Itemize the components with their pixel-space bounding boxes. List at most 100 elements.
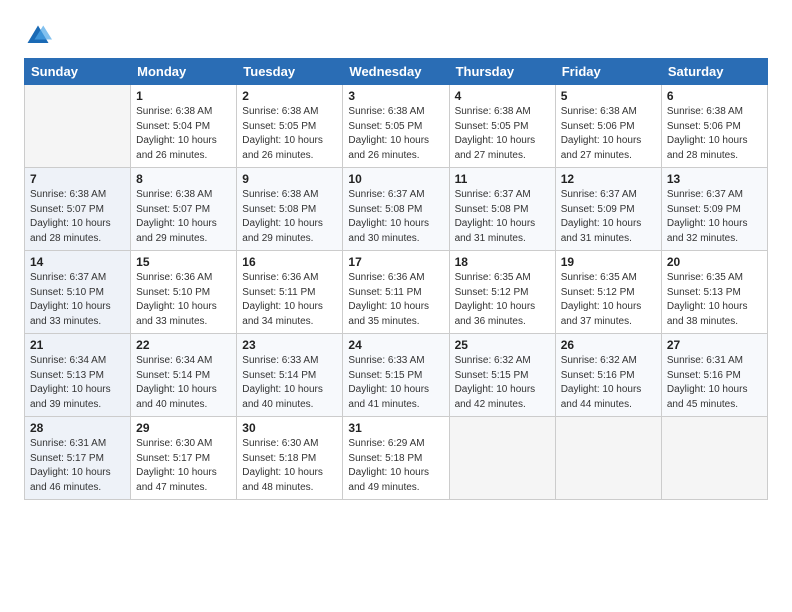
cell-day-number: 5 — [561, 89, 656, 103]
cell-day-number: 6 — [667, 89, 762, 103]
calendar-cell: 20 Sunrise: 6:35 AM Sunset: 5:13 PM Dayli… — [661, 251, 767, 334]
cell-info: Sunrise: 6:37 AM Sunset: 5:10 PM Dayligh… — [30, 271, 125, 329]
calendar-cell: 22 Sunrise: 6:34 AM Sunset: 5:14 PM Dayli… — [131, 334, 237, 417]
cell-day-number: 4 — [455, 89, 550, 103]
calendar-cell: 29 Sunrise: 6:30 AM Sunset: 5:17 PM Dayli… — [131, 417, 237, 500]
calendar-cell: 16 Sunrise: 6:36 AM Sunset: 5:11 PM Dayli… — [237, 251, 343, 334]
cell-day-number: 16 — [242, 255, 337, 269]
cell-day-number: 13 — [667, 172, 762, 186]
cell-day-number: 26 — [561, 338, 656, 352]
cell-day-number: 2 — [242, 89, 337, 103]
calendar-cell: 19 Sunrise: 6:35 AM Sunset: 5:12 PM Dayli… — [555, 251, 661, 334]
calendar-cell: 2 Sunrise: 6:38 AM Sunset: 5:05 PM Daylig… — [237, 85, 343, 168]
cell-day-number: 18 — [455, 255, 550, 269]
calendar-cell: 4 Sunrise: 6:38 AM Sunset: 5:05 PM Daylig… — [449, 85, 555, 168]
calendar-header-saturday: Saturday — [661, 59, 767, 85]
cell-day-number: 9 — [242, 172, 337, 186]
calendar-header-monday: Monday — [131, 59, 237, 85]
cell-day-number: 17 — [348, 255, 443, 269]
cell-day-number: 14 — [30, 255, 125, 269]
cell-day-number: 15 — [136, 255, 231, 269]
calendar-header-wednesday: Wednesday — [343, 59, 449, 85]
calendar-cell: 3Sunrise: 6:38 AM Sunset: 5:05 PM Daylig… — [343, 85, 449, 168]
cell-info: Sunrise: 6:35 AM Sunset: 5:12 PM Dayligh… — [455, 271, 550, 329]
cell-info: Sunrise: 6:34 AM Sunset: 5:13 PM Dayligh… — [30, 354, 125, 412]
calendar-header-row: SundayMondayTuesdayWednesdayThursdayFrid… — [25, 59, 768, 85]
cell-day-number: 12 — [561, 172, 656, 186]
calendar-week-1: 1 Sunrise: 6:38 AM Sunset: 5:04 PM Daylig… — [25, 85, 768, 168]
calendar-cell: 9 Sunrise: 6:38 AM Sunset: 5:08 PM Daylig… — [237, 168, 343, 251]
calendar-cell: 24 Sunrise: 6:33 AM Sunset: 5:15 PM Dayli… — [343, 334, 449, 417]
calendar: SundayMondayTuesdayWednesdayThursdayFrid… — [24, 58, 768, 500]
calendar-cell: 30Sunrise: 6:30 AM Sunset: 5:18 PM Dayli… — [237, 417, 343, 500]
cell-day-number: 22 — [136, 338, 231, 352]
cell-info: Sunrise: 6:38 AM Sunset: 5:05 PM Dayligh… — [242, 105, 337, 163]
cell-info: Sunrise: 6:38 AM Sunset: 5:07 PM Dayligh… — [30, 188, 125, 246]
cell-info: Sunrise: 6:36 AM Sunset: 5:10 PM Dayligh… — [136, 271, 231, 329]
calendar-cell: 27Sunrise: 6:31 AM Sunset: 5:16 PM Dayli… — [661, 334, 767, 417]
calendar-cell — [25, 85, 131, 168]
cell-info: Sunrise: 6:37 AM Sunset: 5:08 PM Dayligh… — [348, 188, 443, 246]
cell-day-number: 21 — [30, 338, 125, 352]
calendar-cell — [661, 417, 767, 500]
cell-info: Sunrise: 6:33 AM Sunset: 5:15 PM Dayligh… — [348, 354, 443, 412]
cell-info: Sunrise: 6:37 AM Sunset: 5:09 PM Dayligh… — [561, 188, 656, 246]
calendar-week-5: 28Sunrise: 6:31 AM Sunset: 5:17 PM Dayli… — [25, 417, 768, 500]
calendar-cell: 8Sunrise: 6:38 AM Sunset: 5:07 PM Daylig… — [131, 168, 237, 251]
cell-info: Sunrise: 6:32 AM Sunset: 5:16 PM Dayligh… — [561, 354, 656, 412]
cell-day-number: 3 — [348, 89, 443, 103]
cell-info: Sunrise: 6:29 AM Sunset: 5:18 PM Dayligh… — [348, 437, 443, 495]
cell-day-number: 1 — [136, 89, 231, 103]
logo — [24, 22, 56, 50]
cell-day-number: 29 — [136, 421, 231, 435]
calendar-cell: 21 Sunrise: 6:34 AM Sunset: 5:13 PM Dayli… — [25, 334, 131, 417]
cell-info: Sunrise: 6:33 AM Sunset: 5:14 PM Dayligh… — [242, 354, 337, 412]
calendar-week-3: 14 Sunrise: 6:37 AM Sunset: 5:10 PM Dayli… — [25, 251, 768, 334]
calendar-cell: 17 Sunrise: 6:36 AM Sunset: 5:11 PM Dayli… — [343, 251, 449, 334]
cell-info: Sunrise: 6:35 AM Sunset: 5:13 PM Dayligh… — [667, 271, 762, 329]
cell-info: Sunrise: 6:38 AM Sunset: 5:07 PM Dayligh… — [136, 188, 231, 246]
cell-day-number: 7 — [30, 172, 125, 186]
calendar-cell — [449, 417, 555, 500]
calendar-cell: 15 Sunrise: 6:36 AM Sunset: 5:10 PM Dayli… — [131, 251, 237, 334]
calendar-header-tuesday: Tuesday — [237, 59, 343, 85]
cell-day-number: 20 — [667, 255, 762, 269]
calendar-cell: 12 Sunrise: 6:37 AM Sunset: 5:09 PM Dayli… — [555, 168, 661, 251]
cell-info: Sunrise: 6:38 AM Sunset: 5:08 PM Dayligh… — [242, 188, 337, 246]
cell-day-number: 24 — [348, 338, 443, 352]
calendar-cell: 14 Sunrise: 6:37 AM Sunset: 5:10 PM Dayli… — [25, 251, 131, 334]
calendar-cell: 18 Sunrise: 6:35 AM Sunset: 5:12 PM Dayli… — [449, 251, 555, 334]
cell-info: Sunrise: 6:38 AM Sunset: 5:05 PM Dayligh… — [455, 105, 550, 163]
logo-icon — [24, 22, 52, 50]
calendar-header-sunday: Sunday — [25, 59, 131, 85]
calendar-cell: 13 Sunrise: 6:37 AM Sunset: 5:09 PM Dayli… — [661, 168, 767, 251]
cell-info: Sunrise: 6:36 AM Sunset: 5:11 PM Dayligh… — [242, 271, 337, 329]
calendar-week-2: 7 Sunrise: 6:38 AM Sunset: 5:07 PM Daylig… — [25, 168, 768, 251]
calendar-cell: 26 Sunrise: 6:32 AM Sunset: 5:16 PM Dayli… — [555, 334, 661, 417]
cell-info: Sunrise: 6:31 AM Sunset: 5:16 PM Dayligh… — [667, 354, 762, 412]
calendar-cell: 28Sunrise: 6:31 AM Sunset: 5:17 PM Dayli… — [25, 417, 131, 500]
cell-info: Sunrise: 6:31 AM Sunset: 5:17 PM Dayligh… — [30, 437, 125, 495]
cell-info: Sunrise: 6:36 AM Sunset: 5:11 PM Dayligh… — [348, 271, 443, 329]
cell-day-number: 25 — [455, 338, 550, 352]
calendar-cell — [555, 417, 661, 500]
cell-info: Sunrise: 6:38 AM Sunset: 5:04 PM Dayligh… — [136, 105, 231, 163]
cell-info: Sunrise: 6:34 AM Sunset: 5:14 PM Dayligh… — [136, 354, 231, 412]
cell-day-number: 31 — [348, 421, 443, 435]
calendar-cell: 6 Sunrise: 6:38 AM Sunset: 5:06 PM Daylig… — [661, 85, 767, 168]
cell-info: Sunrise: 6:35 AM Sunset: 5:12 PM Dayligh… — [561, 271, 656, 329]
cell-day-number: 23 — [242, 338, 337, 352]
cell-info: Sunrise: 6:30 AM Sunset: 5:17 PM Dayligh… — [136, 437, 231, 495]
header — [24, 18, 768, 50]
cell-info: Sunrise: 6:37 AM Sunset: 5:09 PM Dayligh… — [667, 188, 762, 246]
calendar-cell: 7 Sunrise: 6:38 AM Sunset: 5:07 PM Daylig… — [25, 168, 131, 251]
cell-info: Sunrise: 6:38 AM Sunset: 5:06 PM Dayligh… — [667, 105, 762, 163]
calendar-cell: 1 Sunrise: 6:38 AM Sunset: 5:04 PM Daylig… — [131, 85, 237, 168]
cell-day-number: 19 — [561, 255, 656, 269]
calendar-header-friday: Friday — [555, 59, 661, 85]
cell-day-number: 30 — [242, 421, 337, 435]
cell-info: Sunrise: 6:38 AM Sunset: 5:06 PM Dayligh… — [561, 105, 656, 163]
calendar-cell: 10Sunrise: 6:37 AM Sunset: 5:08 PM Dayli… — [343, 168, 449, 251]
calendar-cell: 31 Sunrise: 6:29 AM Sunset: 5:18 PM Dayli… — [343, 417, 449, 500]
calendar-cell: 25Sunrise: 6:32 AM Sunset: 5:15 PM Dayli… — [449, 334, 555, 417]
